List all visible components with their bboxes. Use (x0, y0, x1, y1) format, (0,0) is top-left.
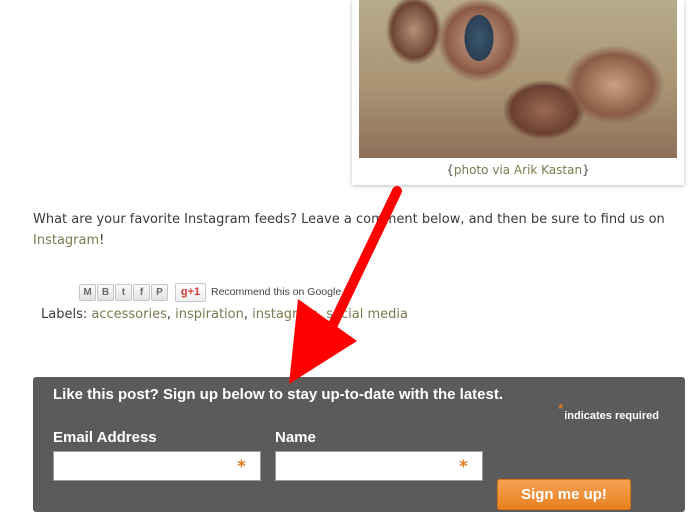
photo-caption: {photo via Arik Kastan} (446, 163, 590, 177)
pinterest-icon[interactable]: P (151, 283, 168, 301)
photo-credit-link[interactable]: photo via Arik Kastan (454, 163, 582, 177)
label-link-social-media[interactable]: social media (326, 307, 408, 322)
blogger-icon[interactable]: B (97, 283, 114, 301)
newsletter-signup-form: Like this post? Sign up below to stay up… (33, 377, 685, 512)
post-body-text: What are your favorite Instagram feeds? … (33, 212, 665, 248)
label-link-instagram[interactable]: instagram (252, 307, 318, 322)
instagram-link[interactable]: Instagram (33, 233, 99, 248)
email-label: Email Address (53, 429, 157, 446)
sign-up-button[interactable]: Sign me up! (497, 479, 631, 510)
rings-photo (359, 0, 677, 158)
photo-card: {photo via Arik Kastan} (352, 0, 684, 185)
label-link-accessories[interactable]: accessories (91, 307, 167, 322)
label-link-inspiration[interactable]: inspiration (175, 307, 244, 322)
share-bar: M B t f P g+1 Recommend this on Google (79, 282, 341, 302)
name-required-star-icon: * (459, 457, 468, 477)
twitter-icon[interactable]: t (115, 283, 132, 301)
name-label: Name (275, 429, 316, 446)
required-note: *indicates required (558, 401, 659, 422)
facebook-icon[interactable]: f (133, 283, 150, 301)
recommend-text: Recommend this on Google (211, 286, 342, 298)
name-field[interactable] (275, 451, 483, 481)
email-icon[interactable]: M (79, 283, 96, 301)
google-plus-one-button[interactable]: g+1 (175, 282, 206, 302)
email-required-star-icon: * (237, 457, 246, 477)
post-labels: Labels: accessories, inspiration, instag… (41, 307, 408, 322)
required-star-icon: * (558, 401, 564, 416)
email-field[interactable] (53, 451, 261, 481)
signup-heading: Like this post? Sign up below to stay up… (53, 386, 504, 403)
